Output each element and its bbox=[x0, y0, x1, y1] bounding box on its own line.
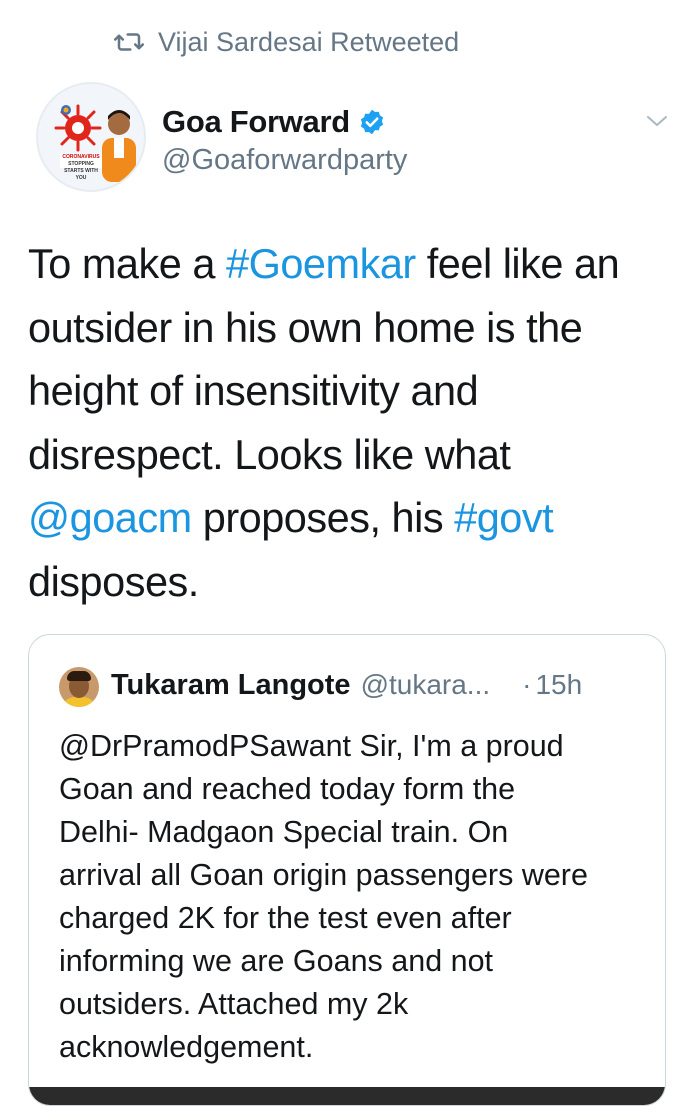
tweet-text-segment: height of insensitivity and bbox=[28, 367, 479, 414]
tweet-text-line: To make a #Goemkar feel like an bbox=[28, 232, 678, 296]
quoted-author-avatar[interactable] bbox=[59, 667, 99, 707]
hashtag-link[interactable]: #govt bbox=[454, 494, 554, 541]
hashtag-link[interactable]: #Goemkar bbox=[226, 240, 416, 287]
quoted-text-line: charged 2K for the test even after bbox=[59, 901, 512, 935]
tweet-text-segment: disposes. bbox=[28, 557, 199, 605]
quoted-text-line: informing we are Goans and not bbox=[59, 944, 494, 978]
tweet-text-segment: proposes, his bbox=[191, 494, 455, 541]
author-handle[interactable]: @Goaforwardparty bbox=[162, 144, 407, 177]
tweet-text-line: disposes. bbox=[28, 550, 678, 614]
retweet-icon bbox=[114, 33, 144, 51]
quoted-text-line: acknowledgement. bbox=[59, 1030, 314, 1064]
quoted-tweet-text: @DrPramodPSawant Sir, I'm a proud Goan a… bbox=[59, 725, 659, 1069]
verified-badge-icon bbox=[360, 109, 383, 135]
tweet-text-segment: outsider in his own home is the bbox=[28, 303, 583, 351]
quoted-tweet-header: Tukaram Langote @tukara... · 15h bbox=[111, 669, 582, 702]
tweet-text-line: outsider in his own home is the bbox=[28, 296, 678, 360]
quoted-tweet[interactable]: Tukaram Langote @tukara... · 15h @DrPram… bbox=[28, 634, 666, 1106]
quoted-timestamp[interactable]: 15h bbox=[535, 669, 582, 701]
quoted-text-line: arrival all Goan origin passengers were bbox=[59, 858, 588, 892]
tweet-text-line: @goacm proposes, his #govt bbox=[28, 486, 678, 550]
social-context-label: Vijai Sardesai Retweeted bbox=[158, 26, 460, 57]
quoted-text-line: Delhi- Madgaon Special train. On bbox=[59, 815, 509, 849]
chevron-down-icon[interactable] bbox=[644, 110, 670, 132]
tweet-text-segment: disrespect. Looks like what bbox=[28, 430, 511, 478]
tweet-text: To make a #Goemkar feel like an outsider … bbox=[28, 232, 678, 613]
quoted-separator: · bbox=[522, 669, 532, 700]
mention-link[interactable]: @goacm bbox=[28, 494, 192, 541]
virus-logo-icon bbox=[54, 104, 102, 152]
quoted-text-line: outsiders. Attached my 2k bbox=[59, 987, 409, 1021]
avatar-caption: CORONAVIRUS STOPPING STARTS WITH YOU bbox=[60, 154, 102, 181]
quoted-author-handle[interactable]: @tukara... bbox=[361, 669, 491, 701]
tweet-text-line: disrespect. Looks like what bbox=[28, 423, 678, 487]
quoted-author-name[interactable]: Tukaram Langote bbox=[111, 669, 351, 702]
social-context[interactable]: Vijai Sardesai Retweeted bbox=[114, 22, 459, 62]
author-avatar[interactable]: CORONAVIRUS STOPPING STARTS WITH YOU bbox=[36, 82, 146, 192]
quoted-text-line: @DrPramodPSawant Sir, I'm a proud bbox=[59, 729, 564, 763]
author-display-name[interactable]: Goa Forward bbox=[162, 104, 350, 140]
author-name-row[interactable]: Goa Forward bbox=[162, 104, 386, 140]
tweet-text-line: height of insensitivity and bbox=[28, 359, 678, 423]
tweet-text-segment: feel like an bbox=[415, 240, 620, 287]
tweet-text-segment: To make a bbox=[28, 240, 226, 287]
quoted-text-line: Goan and reached today form the bbox=[59, 772, 516, 806]
person-photo bbox=[102, 110, 136, 182]
